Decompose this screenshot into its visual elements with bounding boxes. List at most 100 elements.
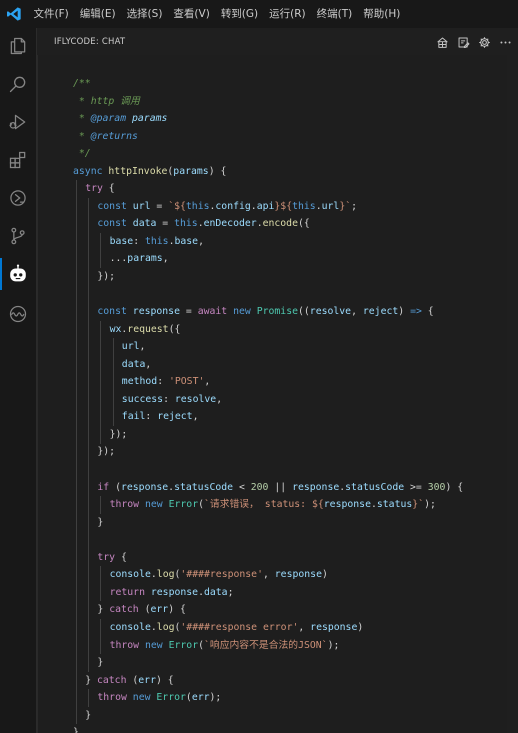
code-token: log <box>156 621 175 633</box>
code-token: Error <box>168 499 199 511</box>
code-token: : <box>157 376 169 388</box>
code-token: ( <box>126 674 139 686</box>
code-token: , <box>351 306 363 318</box>
code-block: /** * http 调用 * @param params * @returns… <box>37 55 507 733</box>
code-token: '####response' <box>180 569 263 581</box>
code-line: } catch (err) { <box>38 672 463 690</box>
code-token: } <box>85 709 92 721</box>
code-token: ); <box>327 639 340 651</box>
wave-icon[interactable] <box>0 296 36 332</box>
code-line: }); <box>38 426 463 444</box>
code-line: /** <box>38 75 463 93</box>
code-line: const url = `${this.config.api}${this.ur… <box>38 198 463 216</box>
code-token: }` <box>339 200 352 212</box>
code-token: `${ <box>168 200 186 212</box>
home-icon[interactable] <box>432 32 453 52</box>
menu-file[interactable]: 文件(F) <box>28 0 74 28</box>
code-token: } <box>97 604 110 616</box>
gear-icon[interactable] <box>474 32 495 52</box>
source-control-icon[interactable] <box>0 218 36 254</box>
menu-selection[interactable]: 选择(S) <box>121 0 168 28</box>
code-line: try { <box>38 549 463 567</box>
code-token: reject <box>362 306 399 318</box>
code-token: statusCode <box>345 481 405 493</box>
code-token: response <box>274 569 322 581</box>
extensions-icon[interactable] <box>0 142 36 178</box>
code-token: response <box>132 306 180 318</box>
code-token: const <box>97 200 127 212</box>
more-icon[interactable] <box>495 32 516 52</box>
code-line: throw new Error(`请求错误， status: ${respons… <box>38 496 463 514</box>
explorer-icon[interactable] <box>0 28 36 64</box>
code-token: 200 <box>250 481 269 493</box>
search-icon[interactable] <box>0 66 36 102</box>
code-line: }); <box>38 268 463 286</box>
code-token: resolve <box>174 393 217 405</box>
run-debug-icon[interactable] <box>0 104 36 140</box>
code-line: const data = this.enDecoder.encode({ <box>38 215 463 233</box>
code-line: method: 'POST', <box>38 373 463 391</box>
code-token: 'POST' <box>168 376 205 388</box>
code-line: console.log('####response error', respon… <box>38 619 463 637</box>
code-token: url <box>321 200 340 212</box>
code-token: response <box>150 586 199 598</box>
code-token: reject <box>157 411 193 423</box>
code-token: this <box>185 200 210 212</box>
code-token: catch <box>96 674 127 686</box>
code-line: url, <box>38 338 463 356</box>
code-token: throw <box>109 639 140 651</box>
edit-note-icon[interactable] <box>453 32 474 52</box>
code-token: async <box>73 165 103 177</box>
code-token: response <box>120 481 169 493</box>
menu-run[interactable]: 运行(R) <box>264 0 312 28</box>
code-token: => <box>410 306 422 318</box>
code-token: data <box>121 358 146 370</box>
code-token: = <box>156 218 175 230</box>
code-token: 300 <box>427 481 446 493</box>
code-token: { <box>421 306 434 318</box>
code-token: }` <box>412 499 425 511</box>
code-token: }${ <box>274 200 293 212</box>
code-token: }); <box>97 446 116 458</box>
code-token: ) <box>321 569 328 581</box>
code-token: const <box>97 218 127 230</box>
code-token: console <box>109 621 151 633</box>
code-token: , <box>145 358 152 370</box>
code-line: data, <box>38 356 463 374</box>
menu-view[interactable]: 查看(V) <box>168 0 215 28</box>
code-token: ); <box>424 499 436 511</box>
code-token: err <box>138 674 156 686</box>
code-line: * http 调用 <box>38 93 463 111</box>
code-token: `响应内容不是合法的JSON` <box>204 639 328 651</box>
code-token: response <box>292 481 340 493</box>
code-token: ({ <box>297 218 310 230</box>
code-token: /** <box>73 78 91 89</box>
code-token: try <box>85 183 103 195</box>
menu-go[interactable]: 转到(G) <box>215 0 263 28</box>
code-token: ({ <box>168 323 181 335</box>
code-token: console <box>109 569 151 581</box>
code-token: new <box>132 692 151 704</box>
menu-help[interactable]: 帮助(H) <box>358 0 406 28</box>
code-token: params <box>132 113 168 125</box>
code-token: params <box>173 165 209 177</box>
menu-terminal[interactable]: 终端(T) <box>311 0 358 28</box>
code-line: } <box>38 514 463 532</box>
menu-edit[interactable]: 编辑(E) <box>74 0 121 28</box>
code-token: enDecoder <box>203 218 257 230</box>
code-token: await <box>197 306 228 318</box>
remote-explorer-icon[interactable] <box>0 180 36 216</box>
code-token: , <box>298 621 311 633</box>
code-token: { <box>102 183 115 195</box>
code-line: try { <box>38 180 463 198</box>
code-token: url <box>132 200 151 212</box>
code-token: = <box>179 306 198 318</box>
code-token: new <box>233 306 251 318</box>
iflycode-robot-icon[interactable] <box>0 256 36 292</box>
code-token: const <box>97 306 127 318</box>
code-token: new <box>145 499 163 511</box>
code-line: if (response.statusCode < 200 || respons… <box>38 479 463 497</box>
code-token: response <box>323 499 371 511</box>
